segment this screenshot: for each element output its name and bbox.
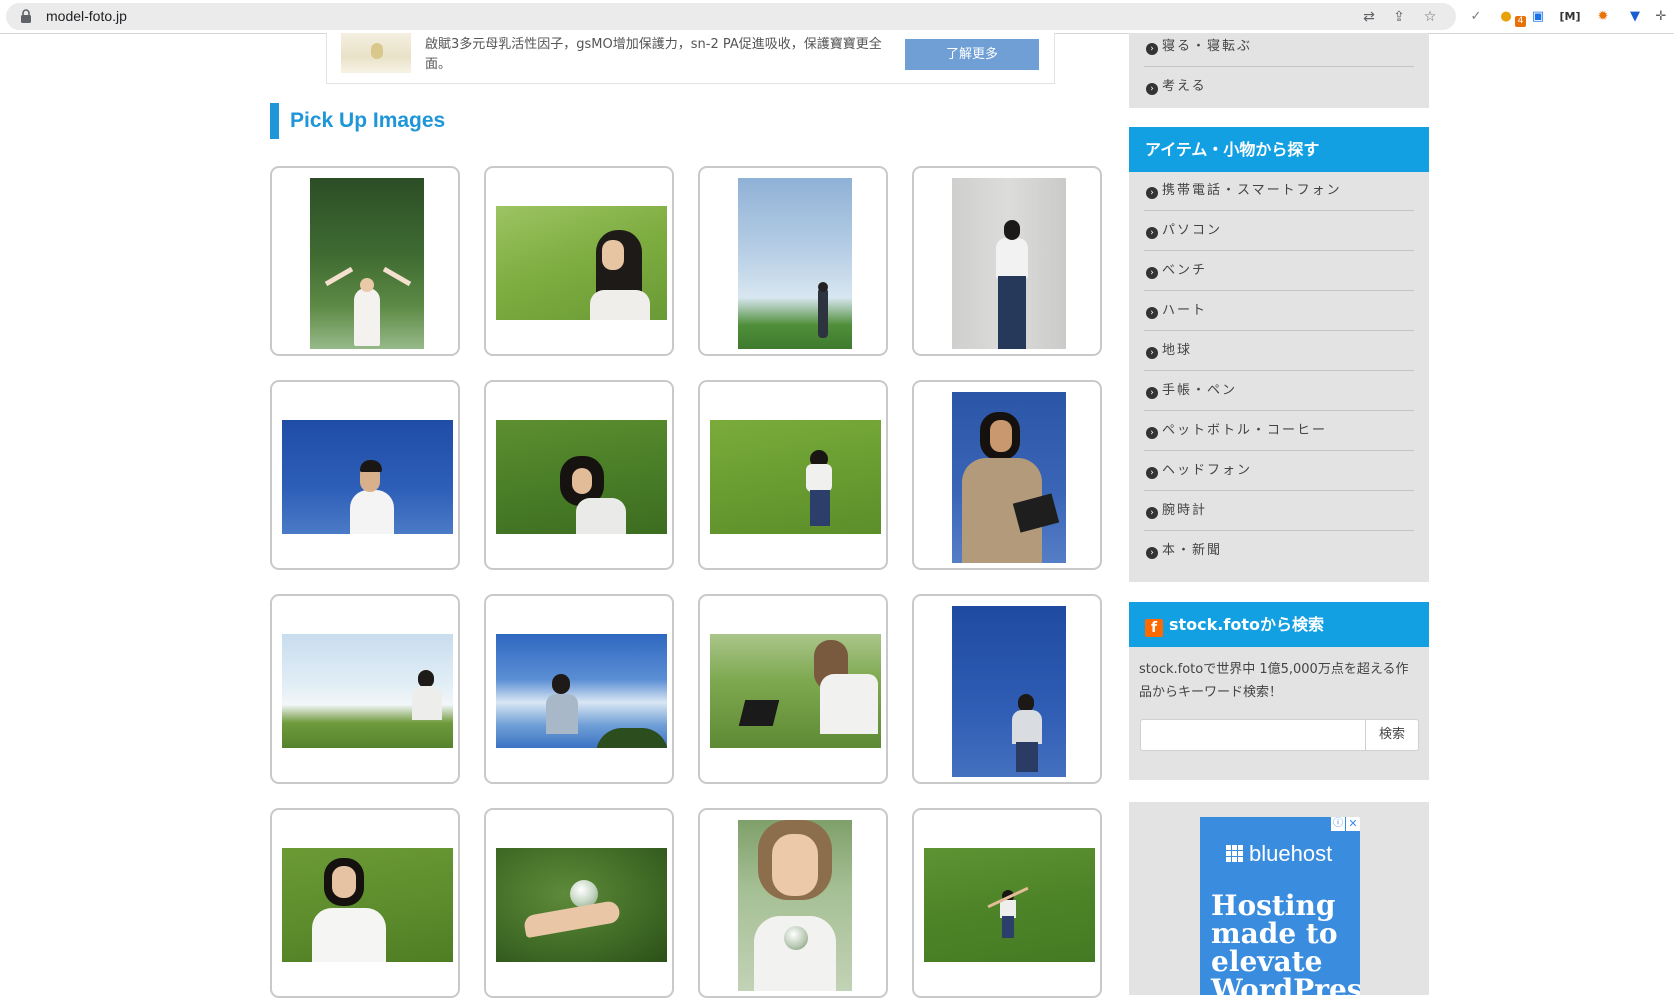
photo-thumbnail[interactable]	[952, 606, 1066, 777]
photo-thumbnail[interactable]	[738, 178, 852, 349]
share-icon[interactable]: ⇪	[1390, 8, 1408, 26]
stockfoto-logo-icon: f	[1145, 619, 1163, 637]
gear-extension-icon[interactable]: ✹	[1594, 7, 1612, 25]
sidebar-item-sleep[interactable]: › 寝る・寝転ぶ	[1144, 27, 1414, 67]
section-title: Pick Up Images	[270, 103, 445, 139]
image-card[interactable]	[698, 808, 888, 998]
ad-learn-more-button[interactable]: 了解更多	[905, 39, 1039, 70]
bookmark-star-icon[interactable]: ☆	[1421, 8, 1439, 26]
photo-thumbnail[interactable]	[282, 420, 453, 534]
search-input[interactable]	[1140, 719, 1366, 751]
photo-thumbnail[interactable]	[282, 634, 453, 748]
sidebar-item-phone[interactable]: › 携帯電話・スマートフォン	[1144, 171, 1414, 211]
chevron-right-icon: ›	[1146, 427, 1158, 439]
image-card[interactable]	[698, 380, 888, 570]
sidebar-item-watch[interactable]: › 腕時計	[1144, 491, 1414, 531]
image-card[interactable]	[698, 166, 888, 356]
photo-thumbnail[interactable]	[496, 634, 667, 748]
translate-icon[interactable]: ⇄	[1360, 8, 1378, 26]
sidebar-item-bench[interactable]: › ベンチ	[1144, 251, 1414, 291]
bulb-extension-icon[interactable]: ●	[1497, 7, 1515, 25]
chevron-right-icon: ›	[1146, 307, 1158, 319]
lock-icon	[21, 9, 31, 23]
image-card[interactable]	[912, 594, 1102, 784]
sidebar-item-bottle[interactable]: › ペットボトル・コーヒー	[1144, 411, 1414, 451]
image-card[interactable]	[270, 808, 460, 998]
close-icon[interactable]: ✕	[1346, 817, 1360, 831]
image-card[interactable]	[270, 380, 460, 570]
ad-text: 啟賦3多元母乳活性因子，gsMO增加保護力，sn-2 PA促進吸收，保護寶寶更全…	[425, 37, 882, 72]
url-text[interactable]: model-foto.jp	[46, 8, 127, 24]
chevron-right-icon: ›	[1146, 83, 1158, 95]
chevron-right-icon: ›	[1146, 187, 1158, 199]
bluehost-logo: bluehost	[1226, 841, 1332, 867]
photo-thumbnail[interactable]	[738, 820, 852, 991]
top-ad-banner[interactable]: 啟賦3多元母乳活性因子，gsMO增加保護力，sn-2 PA促進吸收，保護寶寶更全…	[326, 33, 1055, 84]
checkmark-extension-icon[interactable]: ✓	[1467, 7, 1485, 25]
chevron-right-icon: ›	[1146, 467, 1158, 479]
photo-thumbnail[interactable]	[952, 178, 1066, 349]
sidebar-search-heading: f stock.fotoから検索	[1129, 602, 1429, 647]
photo-thumbnail[interactable]	[952, 392, 1066, 563]
photo-thumbnail[interactable]	[924, 848, 1095, 962]
extension-badge: 4	[1515, 16, 1526, 27]
chevron-right-icon: ›	[1146, 547, 1158, 559]
sidebar-items-heading: アイテム・小物から探す	[1129, 127, 1429, 172]
photo-thumbnail[interactable]	[710, 420, 881, 534]
sidebar-item-notebook[interactable]: › 手帳・ペン	[1144, 371, 1414, 411]
sidebar-item-book[interactable]: › 本・新聞	[1144, 531, 1414, 571]
search-button[interactable]: 検索	[1366, 719, 1419, 751]
image-card[interactable]	[912, 380, 1102, 570]
chevron-right-icon: ›	[1146, 387, 1158, 399]
mendeley-extension-icon[interactable]: [M]	[1560, 7, 1581, 25]
chevron-right-icon: ›	[1146, 267, 1158, 279]
sidebar-item-heart[interactable]: › ハート	[1144, 291, 1414, 331]
image-card[interactable]	[270, 594, 460, 784]
sidebar-item-pc[interactable]: › パソコン	[1144, 211, 1414, 251]
chevron-right-icon: ›	[1146, 347, 1158, 359]
adchoices-icon[interactable]: ⓘ	[1331, 817, 1345, 831]
browser-toolbar: model-foto.jp ⇄ ⇪ ☆ ✓ ● 4 ▣ [M] ✹ ▼ ✛	[0, 0, 1674, 34]
sidebar-item-think[interactable]: › 考える	[1144, 67, 1414, 107]
image-card[interactable]	[270, 166, 460, 356]
bluehost-ad[interactable]: ⓘ ✕ bluehost Hosting made to elevate Wor…	[1200, 817, 1360, 995]
crosshair-extension-icon[interactable]: ✛	[1652, 7, 1670, 25]
image-card[interactable]	[484, 380, 674, 570]
photo-thumbnail[interactable]	[496, 206, 667, 320]
chevron-right-icon: ›	[1146, 43, 1158, 55]
sidebar-item-headphones[interactable]: › ヘッドフォン	[1144, 451, 1414, 491]
photo-thumbnail[interactable]	[310, 178, 424, 349]
address-bar[interactable]: model-foto.jp ⇄ ⇪ ☆	[6, 3, 1456, 30]
ad-headline: Hosting made to elevate WordPress	[1211, 889, 1360, 996]
translate-extension-icon[interactable]: ▣	[1529, 7, 1547, 25]
image-card[interactable]	[484, 166, 674, 356]
photo-thumbnail[interactable]	[710, 634, 881, 748]
v-extension-icon[interactable]: ▼	[1626, 7, 1644, 25]
image-card[interactable]	[484, 808, 674, 998]
chevron-right-icon: ›	[1146, 507, 1158, 519]
search-description: stock.fotoで世界中 1億5,000万点を超える作品からキーワード検索！	[1139, 662, 1409, 700]
image-card[interactable]	[484, 594, 674, 784]
chevron-right-icon: ›	[1146, 227, 1158, 239]
sidebar-item-globe[interactable]: › 地球	[1144, 331, 1414, 371]
image-card[interactable]	[912, 166, 1102, 356]
grid-icon	[1226, 845, 1244, 863]
photo-thumbnail[interactable]	[496, 420, 667, 534]
image-card[interactable]	[912, 808, 1102, 998]
ad-product-image	[341, 33, 411, 73]
image-card[interactable]	[698, 594, 888, 784]
photo-thumbnail[interactable]	[282, 848, 453, 962]
photo-thumbnail[interactable]	[496, 848, 667, 962]
